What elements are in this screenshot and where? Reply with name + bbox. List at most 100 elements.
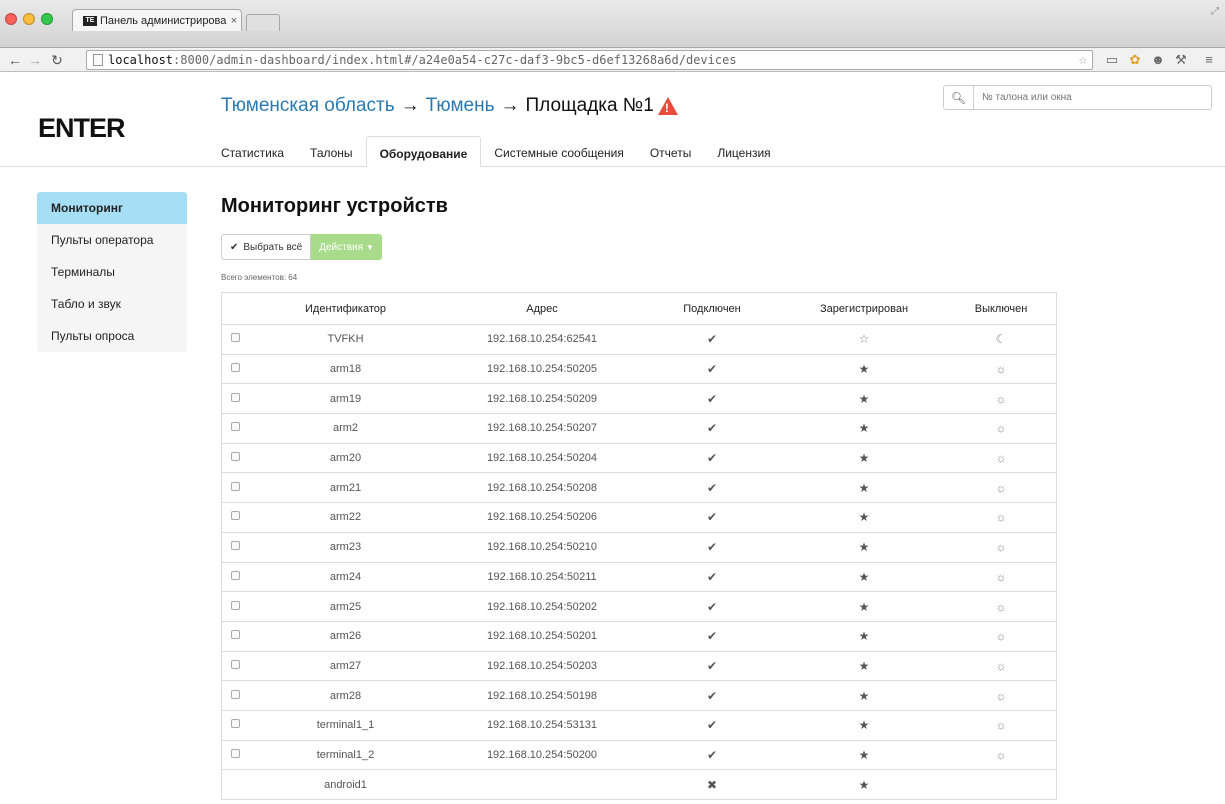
table-row[interactable]: TVFKH 192.168.10.254:62541 ✔ ☆ ☾ <box>222 325 1056 355</box>
row-checkbox[interactable] <box>231 748 240 758</box>
new-tab-button[interactable] <box>246 14 280 31</box>
registered-status: ★ <box>782 778 946 792</box>
sidebar-item-monitoring[interactable]: Мониторинг <box>37 192 187 224</box>
window-maximize-button[interactable] <box>41 13 53 25</box>
cast-icon[interactable]: ▭ <box>1103 52 1121 68</box>
table-row[interactable]: arm2 192.168.10.254:50207 ✔ ★ ☼ <box>222 414 1056 444</box>
sidebar-item-terminals[interactable]: Терминалы <box>37 256 187 288</box>
reload-icon[interactable]: ↻ <box>48 52 66 68</box>
registered-status: ★ <box>782 392 946 406</box>
table-row[interactable]: arm26 192.168.10.254:50201 ✔ ★ ☼ <box>222 622 1056 652</box>
browser-tab[interactable]: ТЕ Панель администрирован × <box>72 9 242 31</box>
table-row[interactable]: android1 ✖ ★ <box>222 770 1056 800</box>
tab-equipment[interactable]: Оборудование <box>365 136 482 167</box>
check-icon: ✔ <box>706 747 718 762</box>
star-icon: ★ <box>858 718 870 733</box>
column-header-id[interactable]: Идентификатор <box>249 303 442 315</box>
search-input[interactable] <box>982 92 1211 103</box>
select-all-button[interactable]: ✔ Выбрать всё <box>221 234 312 260</box>
column-header-registered[interactable]: Зарегистрирован <box>782 303 946 315</box>
window-close-button[interactable] <box>5 13 17 25</box>
sidebar: Мониторинг Пульты оператора Терминалы Та… <box>37 192 187 352</box>
column-header-connected[interactable]: Подключен <box>642 303 782 315</box>
sidebar-item-survey-consoles[interactable]: Пульты опроса <box>37 320 187 352</box>
table-row[interactable]: arm21 192.168.10.254:50208 ✔ ★ ☼ <box>222 473 1056 504</box>
row-checkbox[interactable] <box>231 422 240 432</box>
sun-icon: ☼ <box>995 629 1007 644</box>
table-row[interactable]: terminal1_2 192.168.10.254:50200 ✔ ★ ☼ <box>222 741 1056 771</box>
table-row[interactable]: arm20 192.168.10.254:50204 ✔ ★ ☼ <box>222 444 1056 474</box>
owl-extension-icon[interactable]: ☻ <box>1149 52 1167 67</box>
menu-icon[interactable]: ≡ <box>1200 52 1218 67</box>
registered-status: ★ <box>782 481 946 495</box>
device-id: arm22 <box>329 511 362 524</box>
tab-close-icon[interactable]: × <box>227 15 241 27</box>
actions-label: Действия <box>319 241 364 253</box>
breadcrumb-city[interactable]: Тюмень <box>426 95 495 117</box>
row-checkbox[interactable] <box>231 481 240 491</box>
table-row[interactable]: arm27 192.168.10.254:50203 ✔ ★ ☼ <box>222 652 1056 682</box>
wrench-icon[interactable]: ⚒ <box>1172 52 1190 68</box>
row-checkbox[interactable] <box>231 511 240 521</box>
breadcrumb-site: Площадка №1 <box>525 95 654 116</box>
sidebar-item-operator-consoles[interactable]: Пульты оператора <box>37 224 187 256</box>
tab-system-messages[interactable]: Системные сообщения <box>481 136 637 167</box>
breadcrumb-region[interactable]: Тюменская область <box>221 95 395 117</box>
bookmark-star-icon[interactable]: ☆ <box>1079 52 1087 68</box>
row-checkbox[interactable] <box>231 333 240 343</box>
device-id: arm2 <box>332 422 359 435</box>
connected-status: ✔ <box>642 629 782 643</box>
disabled-status: ☼ <box>946 540 1056 554</box>
sidebar-item-display-sound[interactable]: Табло и звук <box>37 288 187 320</box>
sun-icon: ☼ <box>995 391 1007 406</box>
url-path: :8000/admin-dashboard/index.html#/a24e0a… <box>173 53 737 67</box>
row-checkbox[interactable] <box>231 689 240 699</box>
total-count: Всего элементов: 64 <box>221 273 298 282</box>
tab-reports[interactable]: Отчеты <box>637 136 704 167</box>
table-row[interactable]: arm23 192.168.10.254:50210 ✔ ★ ☼ <box>222 533 1056 563</box>
column-header-disabled[interactable]: Выключен <box>946 303 1056 315</box>
window-minimize-button[interactable] <box>23 13 35 25</box>
logo[interactable]: ENTER <box>38 113 126 144</box>
table-row[interactable]: arm19 192.168.10.254:50209 ✔ ★ ☼ <box>222 384 1056 415</box>
search-icon[interactable]: 🔍︎ <box>944 86 974 109</box>
device-address: 192.168.10.254:50209 <box>486 392 598 405</box>
row-checkbox[interactable] <box>231 363 240 373</box>
address-bar[interactable]: localhost:8000/admin-dashboard/index.htm… <box>86 50 1093 70</box>
back-icon[interactable]: ← <box>6 52 24 68</box>
row-checkbox-cell <box>222 363 249 375</box>
connected-status: ✔ <box>642 718 782 732</box>
table-row[interactable]: arm24 192.168.10.254:50211 ✔ ★ ☼ <box>222 563 1056 593</box>
warning-icon[interactable] <box>657 97 678 115</box>
row-checkbox[interactable] <box>231 570 240 580</box>
table-row[interactable]: arm25 192.168.10.254:50202 ✔ ★ ☼ <box>222 592 1056 622</box>
row-checkbox[interactable] <box>231 659 240 669</box>
extension-icon[interactable]: ✿ <box>1126 52 1144 68</box>
fullscreen-icon[interactable]: ⤢ <box>1211 6 1219 17</box>
forward-icon[interactable]: → <box>26 52 44 68</box>
tab-license[interactable]: Лицензия <box>704 136 783 167</box>
row-checkbox[interactable] <box>231 452 240 462</box>
registered-status: ★ <box>782 659 946 673</box>
row-checkbox[interactable] <box>231 719 240 729</box>
table-row[interactable]: arm28 192.168.10.254:50198 ✔ ★ ☼ <box>222 681 1056 711</box>
actions-dropdown-button[interactable]: Действия ▼ <box>311 234 382 260</box>
table-row[interactable]: arm22 192.168.10.254:50206 ✔ ★ ☼ <box>222 503 1056 533</box>
device-address: 192.168.10.254:50206 <box>486 511 598 524</box>
check-icon: ✔ <box>706 362 718 377</box>
row-checkbox[interactable] <box>231 392 240 402</box>
tab-statistics[interactable]: Статистика <box>208 136 297 167</box>
table-row[interactable]: arm18 192.168.10.254:50205 ✔ ★ ☼ <box>222 355 1056 385</box>
device-address: 192.168.10.254:50207 <box>486 422 598 435</box>
device-id: arm23 <box>329 541 362 554</box>
tab-tickets[interactable]: Талоны <box>297 136 366 167</box>
row-checkbox[interactable] <box>231 600 240 610</box>
device-address: 192.168.10.254:50205 <box>486 363 598 376</box>
column-header-address[interactable]: Адрес <box>442 303 642 315</box>
row-checkbox[interactable] <box>231 630 240 640</box>
registered-status: ★ <box>782 600 946 614</box>
browser-toolbar: ← → ↻ localhost:8000/admin-dashboard/ind… <box>0 48 1225 72</box>
check-icon: ✔ <box>706 718 718 733</box>
row-checkbox[interactable] <box>231 541 240 551</box>
table-row[interactable]: terminal1_1 192.168.10.254:53131 ✔ ★ ☼ <box>222 711 1056 741</box>
